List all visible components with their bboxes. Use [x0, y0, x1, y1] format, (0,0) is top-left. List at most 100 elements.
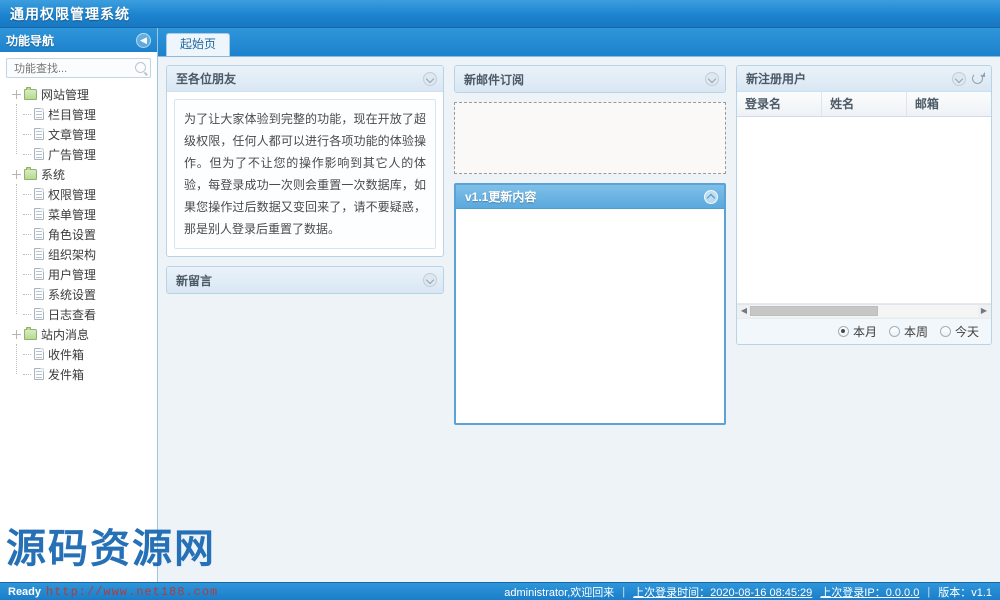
status-ready-label: Ready	[8, 585, 42, 598]
tree-item-13[interactable]: 收件箱	[6, 344, 157, 364]
scrollbar-thumb[interactable]	[750, 306, 878, 316]
tree-item-6[interactable]: 菜单管理	[6, 204, 157, 224]
triangle-right-icon[interactable]: ▶	[978, 305, 990, 317]
tree-item-label: 用户管理	[48, 267, 97, 282]
tree-item-label: 网站管理	[41, 87, 90, 102]
portlet-mail-header[interactable]: 新邮件订阅	[455, 66, 725, 92]
tree-item-label: 组织架构	[48, 247, 97, 262]
tree-connector	[23, 214, 31, 215]
tree-item-1[interactable]: 栏目管理	[6, 104, 157, 124]
filter-option-today[interactable]: 今天	[939, 323, 979, 340]
portlet-newusers-title: 新注册用户	[746, 72, 807, 86]
tab-start-page[interactable]: 起始页	[166, 33, 231, 56]
portlet-messages-tools	[423, 273, 437, 287]
new-users-table-body-empty	[737, 116, 991, 304]
tree-item-9[interactable]: 用户管理	[6, 264, 157, 284]
tree-toggle-icon[interactable]	[12, 329, 21, 339]
tree-connector	[23, 234, 31, 235]
tree-toggle-icon[interactable]	[12, 89, 21, 99]
folder-icon	[24, 86, 37, 100]
tree-item-label: 站内消息	[41, 327, 90, 342]
tree-item-0[interactable]: 网站管理	[6, 84, 157, 104]
tree-connector	[23, 374, 31, 375]
tree-connector	[23, 194, 31, 195]
sidebar-header-title: 功能导航	[6, 33, 55, 48]
status-last-login-time: 上次登录时间：2020-08-16 08:45:29	[633, 586, 813, 599]
page-icon	[34, 308, 44, 320]
radio-icon[interactable]	[837, 325, 849, 337]
tree-item-label: 收件箱	[48, 347, 85, 362]
tree-item-2[interactable]: 文章管理	[6, 124, 157, 144]
portlet-welcome-header[interactable]: 至各位朋友	[167, 66, 443, 92]
content-area: 起始页 至各位朋友 为了让大家体验到完整的功能，现在开放了超级权限，任何人都可以…	[158, 28, 1000, 582]
scrollbar-track[interactable]	[750, 305, 978, 317]
table-header-row: 登录名 姓名 邮箱	[737, 92, 991, 117]
navigation-tree: 网站管理栏目管理 文章管理 广告管理系统权限管理菜单管理 角色设置组织架构用户管理系统…	[0, 82, 157, 582]
tree-guide-line	[16, 344, 18, 374]
filter-option-month[interactable]: 本月	[837, 323, 877, 340]
folder-icon	[24, 166, 37, 180]
tree-item-11[interactable]: 日志查看	[6, 304, 157, 324]
page-icon	[34, 208, 44, 220]
chevron-down-icon[interactable]	[705, 72, 719, 86]
radio-icon[interactable]	[888, 325, 900, 337]
portlet-mail: 新邮件订阅	[454, 65, 726, 93]
portlet-changelog-tools	[704, 189, 718, 204]
column-header-login[interactable]: 登录名	[737, 92, 823, 117]
chevron-up-icon[interactable]	[704, 189, 718, 204]
chevron-left-icon[interactable]: ◀	[136, 32, 151, 48]
tree-item-14[interactable]: 发件箱	[6, 364, 157, 384]
search-icon[interactable]	[135, 62, 146, 73]
portlet-messages-header[interactable]: 新留言	[167, 267, 443, 293]
status-version: 版本：v1.1	[938, 586, 992, 599]
portlet-welcome: 至各位朋友 为了让大家体验到完整的功能，现在开放了超级权限，任何人都可以进行各项…	[166, 65, 444, 257]
refresh-icon[interactable]	[971, 71, 985, 86]
tree-item-7[interactable]: 角色设置	[6, 224, 157, 244]
sidebar-search	[0, 52, 157, 82]
radio-icon[interactable]	[939, 325, 951, 337]
tree-connector	[23, 354, 31, 355]
tree-item-10[interactable]: 系统设置	[6, 284, 157, 304]
chevron-down-icon[interactable]	[952, 71, 966, 86]
tree-item-label: 系统	[41, 167, 66, 182]
page-icon	[34, 228, 44, 240]
filter-option-week-label: 本周	[903, 324, 928, 339]
tree-item-label: 权限管理	[48, 187, 97, 202]
tree-item-8[interactable]: 组织架构	[6, 244, 157, 264]
page-icon	[34, 148, 44, 160]
portlet-drop-placeholder[interactable]	[454, 102, 726, 174]
search-box[interactable]	[6, 58, 151, 79]
portlet-newusers-header[interactable]: 新注册用户	[737, 66, 991, 92]
tree-toggle-icon[interactable]	[12, 169, 21, 179]
portlet-mail-title: 新邮件订阅	[464, 72, 525, 87]
column-header-name[interactable]: 姓名	[821, 92, 907, 117]
tree-item-3[interactable]: 广告管理	[6, 144, 157, 164]
app-header: 通用权限管理系统	[0, 0, 1000, 28]
chevron-down-icon[interactable]	[423, 273, 437, 287]
portlet-changelog-body	[456, 209, 724, 423]
page-icon	[34, 128, 44, 140]
search-input[interactable]	[12, 59, 130, 79]
portlet-changelog[interactable]: v1.1更新内容	[454, 183, 726, 425]
column-header-email[interactable]: 邮箱	[906, 92, 991, 117]
page-icon	[34, 248, 44, 260]
tree-item-5[interactable]: 权限管理	[6, 184, 157, 204]
triangle-left-icon[interactable]: ◀	[738, 305, 750, 317]
page-icon	[34, 368, 44, 380]
tree-guide-line	[16, 104, 18, 154]
page-icon	[34, 348, 44, 360]
filter-option-today-label: 今天	[954, 324, 979, 339]
horizontal-scrollbar[interactable]: ◀ ▶	[737, 303, 991, 318]
chevron-down-icon[interactable]	[423, 71, 437, 86]
portlet-changelog-header[interactable]: v1.1更新内容	[456, 185, 724, 209]
tree-connector	[23, 294, 31, 295]
status-last-login-ip: 上次登录IP：0.0.0.0	[820, 586, 920, 599]
tree-item-12[interactable]: 站内消息	[6, 324, 157, 344]
portlet-welcome-body: 为了让大家体验到完整的功能，现在开放了超级权限，任何人都可以进行各项功能的体验操…	[167, 92, 443, 256]
filter-option-week[interactable]: 本周	[888, 323, 928, 340]
page-icon	[34, 188, 44, 200]
portlet-newusers-tools	[952, 71, 985, 86]
tree-item-label: 系统设置	[48, 287, 97, 302]
portlet-welcome-tools	[423, 71, 437, 86]
tree-item-4[interactable]: 系统	[6, 164, 157, 184]
